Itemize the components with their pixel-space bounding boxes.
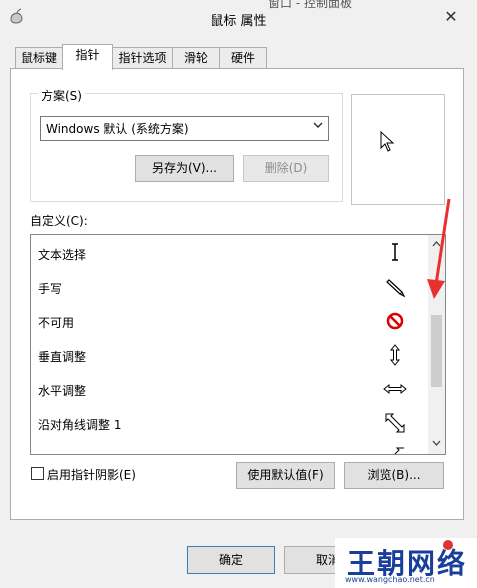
list-item-label: 手写 [38, 282, 63, 296]
list-item-label: 沿对角线调整 1 [38, 418, 122, 432]
diagonal-resize-2-icon [383, 445, 407, 454]
red-annotation-arrow-icon [425, 195, 455, 308]
list-item[interactable]: 沿对角线调整 1 [31, 406, 425, 440]
watermark-logo: 王朝网络 www.wangchao.net.cn [335, 538, 477, 588]
scheme-dropdown[interactable]: Windows 默认 (系统方案) [40, 116, 329, 141]
cursor-list[interactable]: 文本选择 手写 不可用 垂直调整 水平调整 沿对角线调整 1 [30, 234, 446, 455]
list-item[interactable]: 不可用 [31, 304, 425, 338]
list-item[interactable]: 手写 [31, 270, 425, 304]
use-default-button[interactable]: 使用默认值(F) [236, 462, 335, 489]
list-item[interactable]: 水平调整 [31, 372, 425, 406]
text-select-icon [383, 241, 407, 265]
list-item-label: 水平调整 [38, 384, 87, 398]
horizontal-resize-icon [383, 377, 407, 401]
ok-button[interactable]: 确定 [187, 546, 275, 574]
vertical-resize-icon [383, 343, 407, 367]
scheme-label: 方案(S) [38, 87, 85, 104]
close-icon[interactable]: ✕ [436, 6, 466, 28]
tab-mouse-buttons[interactable]: 鼠标键 [15, 47, 63, 68]
scheme-group [30, 93, 343, 202]
pointer-shadow-checkbox[interactable] [31, 467, 44, 480]
save-as-button[interactable]: 另存为(V)... [135, 155, 234, 182]
tab-pointers[interactable]: 指针 [62, 44, 113, 70]
list-item[interactable]: 垂直调整 [31, 338, 425, 372]
pointer-shadow-label: 启用指针阴影(E) [47, 468, 136, 482]
scroll-thumb[interactable] [431, 315, 442, 387]
delete-button[interactable]: 删除(D) [243, 155, 329, 182]
watermark-url: www.wangchao.net.cn [345, 575, 435, 584]
scroll-down-icon[interactable] [428, 438, 445, 449]
pen-icon [383, 275, 407, 299]
browse-button[interactable]: 浏览(B)... [344, 462, 444, 489]
arrow-cursor-icon [380, 130, 396, 156]
cursor-preview [351, 94, 445, 205]
list-item[interactable] [31, 440, 425, 454]
tab-wheel[interactable]: 滑轮 [172, 47, 220, 68]
list-item-label: 垂直调整 [38, 350, 87, 364]
customize-label: 自定义(C): [30, 214, 88, 228]
diagonal-resize-icon [383, 411, 407, 435]
tab-hardware[interactable]: 硬件 [219, 47, 267, 68]
scheme-selected-value: Windows 默认 (系统方案) [46, 122, 189, 136]
tab-pointer-options[interactable]: 指针选项 [112, 47, 173, 68]
list-item-label: 文本选择 [38, 248, 87, 262]
list-item[interactable]: 文本选择 [31, 236, 425, 270]
window-title: 鼠标 属性 [210, 14, 267, 29]
unavailable-icon [383, 309, 407, 333]
list-item-label: 不可用 [38, 316, 75, 330]
chevron-down-icon [313, 120, 323, 133]
watermark-dot [443, 540, 453, 550]
